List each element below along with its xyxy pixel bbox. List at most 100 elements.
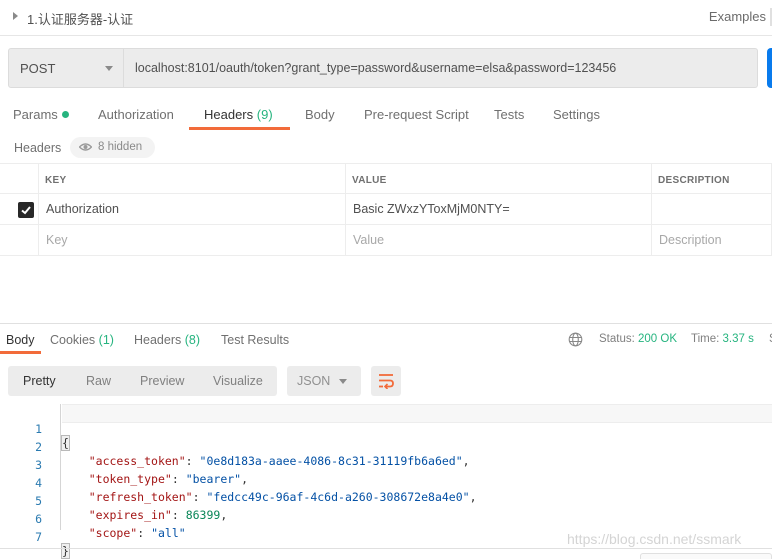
wrap-lines-button[interactable]: [371, 366, 401, 396]
line-number: 1: [35, 422, 42, 436]
json-value-text: all: [158, 526, 179, 540]
request-tabs: Params Authorization Headers (9) Body Pr…: [0, 100, 772, 132]
caret-right-icon[interactable]: [13, 12, 18, 20]
json-key: "refresh_token": [88, 490, 193, 504]
response-time: Time: 3.37 s: [691, 333, 754, 345]
code-text: "scope": "all": [88, 526, 186, 540]
hidden-headers-toggle[interactable]: 8 hidden: [70, 137, 155, 158]
response-tab-cookies-label: Cookies: [50, 333, 96, 347]
response-tab-headers-label: Headers: [134, 333, 182, 347]
active-tab-indicator: [189, 127, 290, 130]
json-key: "expires_in": [88, 508, 172, 522]
wrap-lines-icon: [379, 374, 394, 389]
tab-tests[interactable]: Tests: [494, 107, 524, 122]
row-description-cell[interactable]: [652, 194, 772, 225]
json-value-text: 0e8d183a-aaee-4086-8c31-31119fb6a6ed: [206, 454, 456, 468]
response-tab-body[interactable]: Body: [6, 333, 35, 347]
response-divider[interactable]: [0, 323, 772, 324]
url-bar: POST localhost:8101/oauth/token?grant_ty…: [8, 48, 758, 88]
mode-pretty[interactable]: Pretty: [23, 374, 56, 388]
table-row: Authorization Basic ZWxzYToxMjM0NTY=: [0, 194, 772, 225]
column-header-key: KEY: [39, 164, 346, 195]
close-brace: }: [61, 543, 70, 559]
json-key: "token_type": [88, 472, 172, 486]
row-key: Authorization: [46, 202, 119, 216]
method-select[interactable]: POST: [9, 49, 124, 87]
json-key-text: token_type: [95, 472, 165, 486]
response-tab-test-results[interactable]: Test Results: [221, 333, 289, 347]
code-line: 4 "refresh_token": "fedcc49c-96af-4c6d-a…: [0, 462, 476, 504]
eye-icon: [79, 143, 92, 151]
hidden-headers-count: 8 hidden: [98, 141, 143, 153]
row-key-cell[interactable]: Authorization: [39, 194, 346, 225]
column-header-key-label: KEY: [45, 175, 67, 186]
code-line: 6 "scope": "all": [0, 498, 186, 540]
url-input[interactable]: localhost:8101/oauth/token?grant_type=pa…: [135, 61, 616, 75]
tab-headers-count: (9): [256, 107, 273, 122]
tab-settings[interactable]: Settings: [553, 107, 600, 122]
mode-preview[interactable]: Preview: [140, 374, 184, 388]
time-label: Time:: [691, 333, 720, 345]
json-string-value: "all": [151, 526, 186, 540]
method-label: POST: [20, 61, 56, 76]
tab-params[interactable]: Params: [13, 107, 69, 122]
examples-button[interactable]: Examples: [709, 9, 766, 24]
checkmark-icon: [21, 206, 31, 215]
format-select[interactable]: JSON: [287, 366, 361, 396]
line-number: 4: [35, 476, 42, 490]
json-key-text: scope: [95, 526, 131, 540]
row-value-cell[interactable]: Basic ZWxzYToxMjM0NTY=: [346, 194, 652, 225]
new-key-input[interactable]: Key: [39, 225, 346, 256]
response-tab-cookies-count: (1): [98, 333, 114, 347]
response-body-viewer[interactable]: 1 { 2 "access_token": "0e8d183a-aaee-408…: [0, 404, 772, 559]
bottom-divider: [0, 548, 772, 549]
open-brace: {: [61, 435, 70, 451]
globe-icon[interactable]: [568, 332, 583, 347]
code-line: 5 "expires_in": 86399,: [0, 480, 227, 522]
headers-table: KEY VALUE DESCRIPTION Authorization Basi…: [0, 163, 772, 256]
tab-body[interactable]: Body: [305, 107, 335, 122]
tab-params-label: Params: [13, 107, 58, 122]
code-text: "access_token": "0e8d183a-aaee-4086-8c31…: [88, 454, 470, 468]
new-value-placeholder: Value: [353, 233, 385, 247]
response-tab-headers[interactable]: Headers (8): [134, 333, 200, 347]
json-key-text: access_token: [95, 454, 179, 468]
line-number: 2: [35, 440, 42, 454]
column-header-description: DESCRIPTION: [652, 164, 772, 195]
request-name[interactable]: 1.认证服务器-认证: [27, 9, 133, 28]
json-key-text: refresh_token: [95, 490, 186, 504]
json-value-text: bearer: [192, 472, 235, 486]
time-value[interactable]: 3.37 s: [723, 333, 754, 345]
row-enabled-checkbox[interactable]: [18, 202, 34, 218]
status-value[interactable]: 200 OK: [638, 333, 677, 345]
column-header-description-label: DESCRIPTION: [658, 175, 730, 186]
line-number: 5: [35, 494, 42, 508]
new-key-placeholder: Key: [46, 233, 68, 247]
request-title-bar: 1.认证服务器-认证 Examples: [0, 0, 772, 36]
tab-pre-request-script[interactable]: Pre-request Script: [364, 107, 469, 122]
row-checkbox-cell: [0, 194, 39, 225]
new-description-input[interactable]: Description: [652, 225, 772, 256]
tab-headers[interactable]: Headers (9): [204, 107, 273, 122]
json-value-text: fedcc49c-96af-4c6d-a260-308672e8a4e0: [213, 490, 463, 504]
send-button[interactable]: [767, 48, 772, 88]
line-number: 3: [35, 458, 42, 472]
body-view-mode-group: Pretty Raw Preview Visualize: [8, 366, 277, 396]
params-indicator-dot: [61, 111, 69, 118]
table-header-row: KEY VALUE DESCRIPTION: [0, 163, 772, 195]
mode-visualize[interactable]: Visualize: [213, 374, 263, 388]
bottom-status-pill[interactable]: [640, 553, 772, 559]
format-label: JSON: [297, 374, 331, 388]
tab-authorization[interactable]: Authorization: [98, 107, 174, 122]
mode-raw[interactable]: Raw: [86, 374, 111, 388]
new-value-input[interactable]: Value: [346, 225, 652, 256]
json-string-value: "0e8d183a-aaee-4086-8c31-31119fb6a6ed": [199, 454, 463, 468]
column-header-value-label: VALUE: [352, 175, 387, 186]
json-key-text: expires_in: [95, 508, 165, 522]
code-line: 2 "access_token": "0e8d183a-aaee-4086-8c…: [0, 426, 470, 468]
response-tab-cookies[interactable]: Cookies (1): [50, 333, 114, 347]
row-value: Basic ZWxzYToxMjM0NTY=: [353, 202, 510, 216]
response-tab-headers-count: (8): [184, 333, 201, 347]
tab-headers-label: Headers: [204, 107, 254, 122]
column-header-value: VALUE: [346, 164, 652, 195]
